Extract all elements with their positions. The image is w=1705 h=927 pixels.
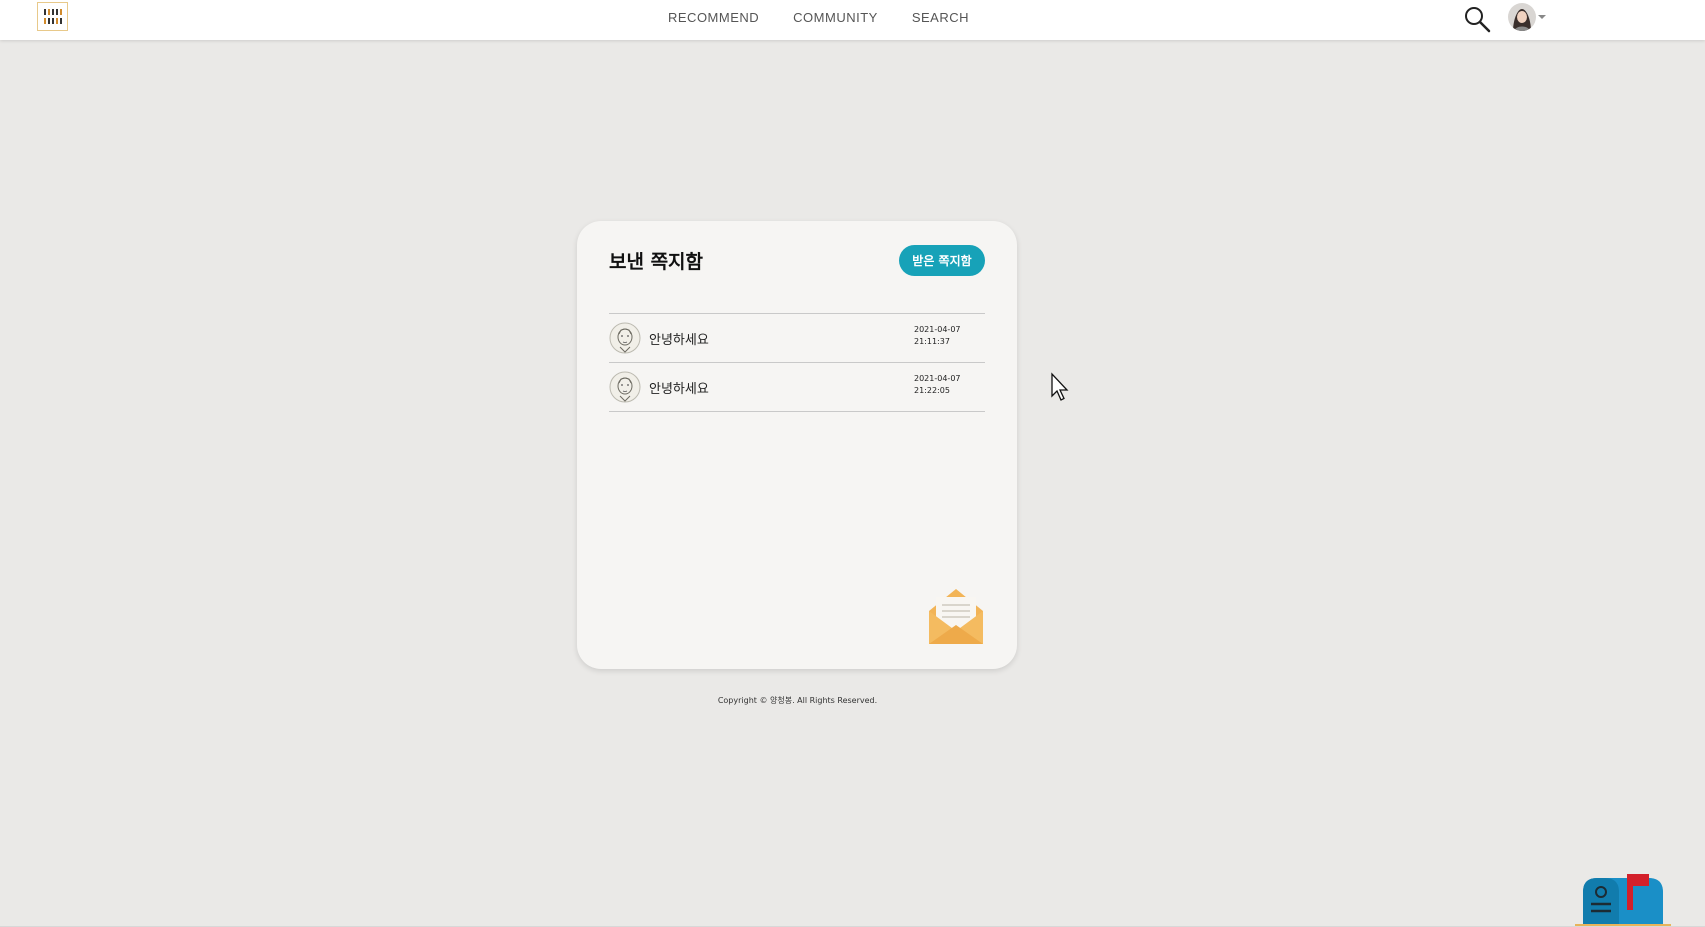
logo-icon[interactable] [37, 2, 68, 31]
list-item[interactable]: 안녕하세요 2021-04-07 21:11:37 [609, 314, 985, 363]
message-time: 21:22:05 [914, 386, 950, 395]
page-title: 보낸 쪽지함 [609, 251, 704, 273]
received-messages-button[interactable]: 받은 쪽지함 [899, 245, 985, 276]
avatar [1508, 3, 1536, 31]
nav-community[interactable]: COMMUNITY [793, 10, 878, 25]
sender-avatar [609, 371, 641, 403]
nav-recommend[interactable]: RECOMMEND [668, 10, 759, 25]
message-subject: 안녕하세요 [649, 382, 709, 397]
message-datetime: 2021-04-07 21:22:05 [914, 373, 961, 397]
mouse-cursor [1050, 372, 1072, 402]
search-icon[interactable] [1462, 4, 1492, 34]
message-datetime: 2021-04-07 21:11:37 [914, 324, 961, 348]
user-menu[interactable] [1508, 3, 1546, 31]
nav-search[interactable]: SEARCH [912, 10, 969, 25]
main-nav: RECOMMEND COMMUNITY SEARCH [668, 10, 969, 25]
message-date: 2021-04-07 [914, 325, 961, 334]
sent-messages-card: 보낸 쪽지함 받은 쪽지함 안녕하세요 2021-04-07 21:11:37 [577, 221, 1017, 669]
chevron-down-icon [1538, 15, 1546, 19]
list-item[interactable]: 안녕하세요 2021-04-07 21:22:05 [609, 363, 985, 412]
sender-avatar [609, 322, 641, 354]
message-time: 21:11:37 [914, 337, 950, 346]
envelope-icon [928, 587, 984, 645]
mailbox-icon[interactable] [1575, 874, 1671, 927]
message-list: 안녕하세요 2021-04-07 21:11:37 안녕하세요 2021-04-… [609, 313, 985, 412]
top-navbar: RECOMMEND COMMUNITY SEARCH [0, 0, 1705, 40]
message-subject: 안녕하세요 [649, 333, 709, 348]
footer-copyright: Copyright © 양청봉. All Rights Reserved. [717, 696, 878, 705]
message-date: 2021-04-07 [914, 374, 961, 383]
